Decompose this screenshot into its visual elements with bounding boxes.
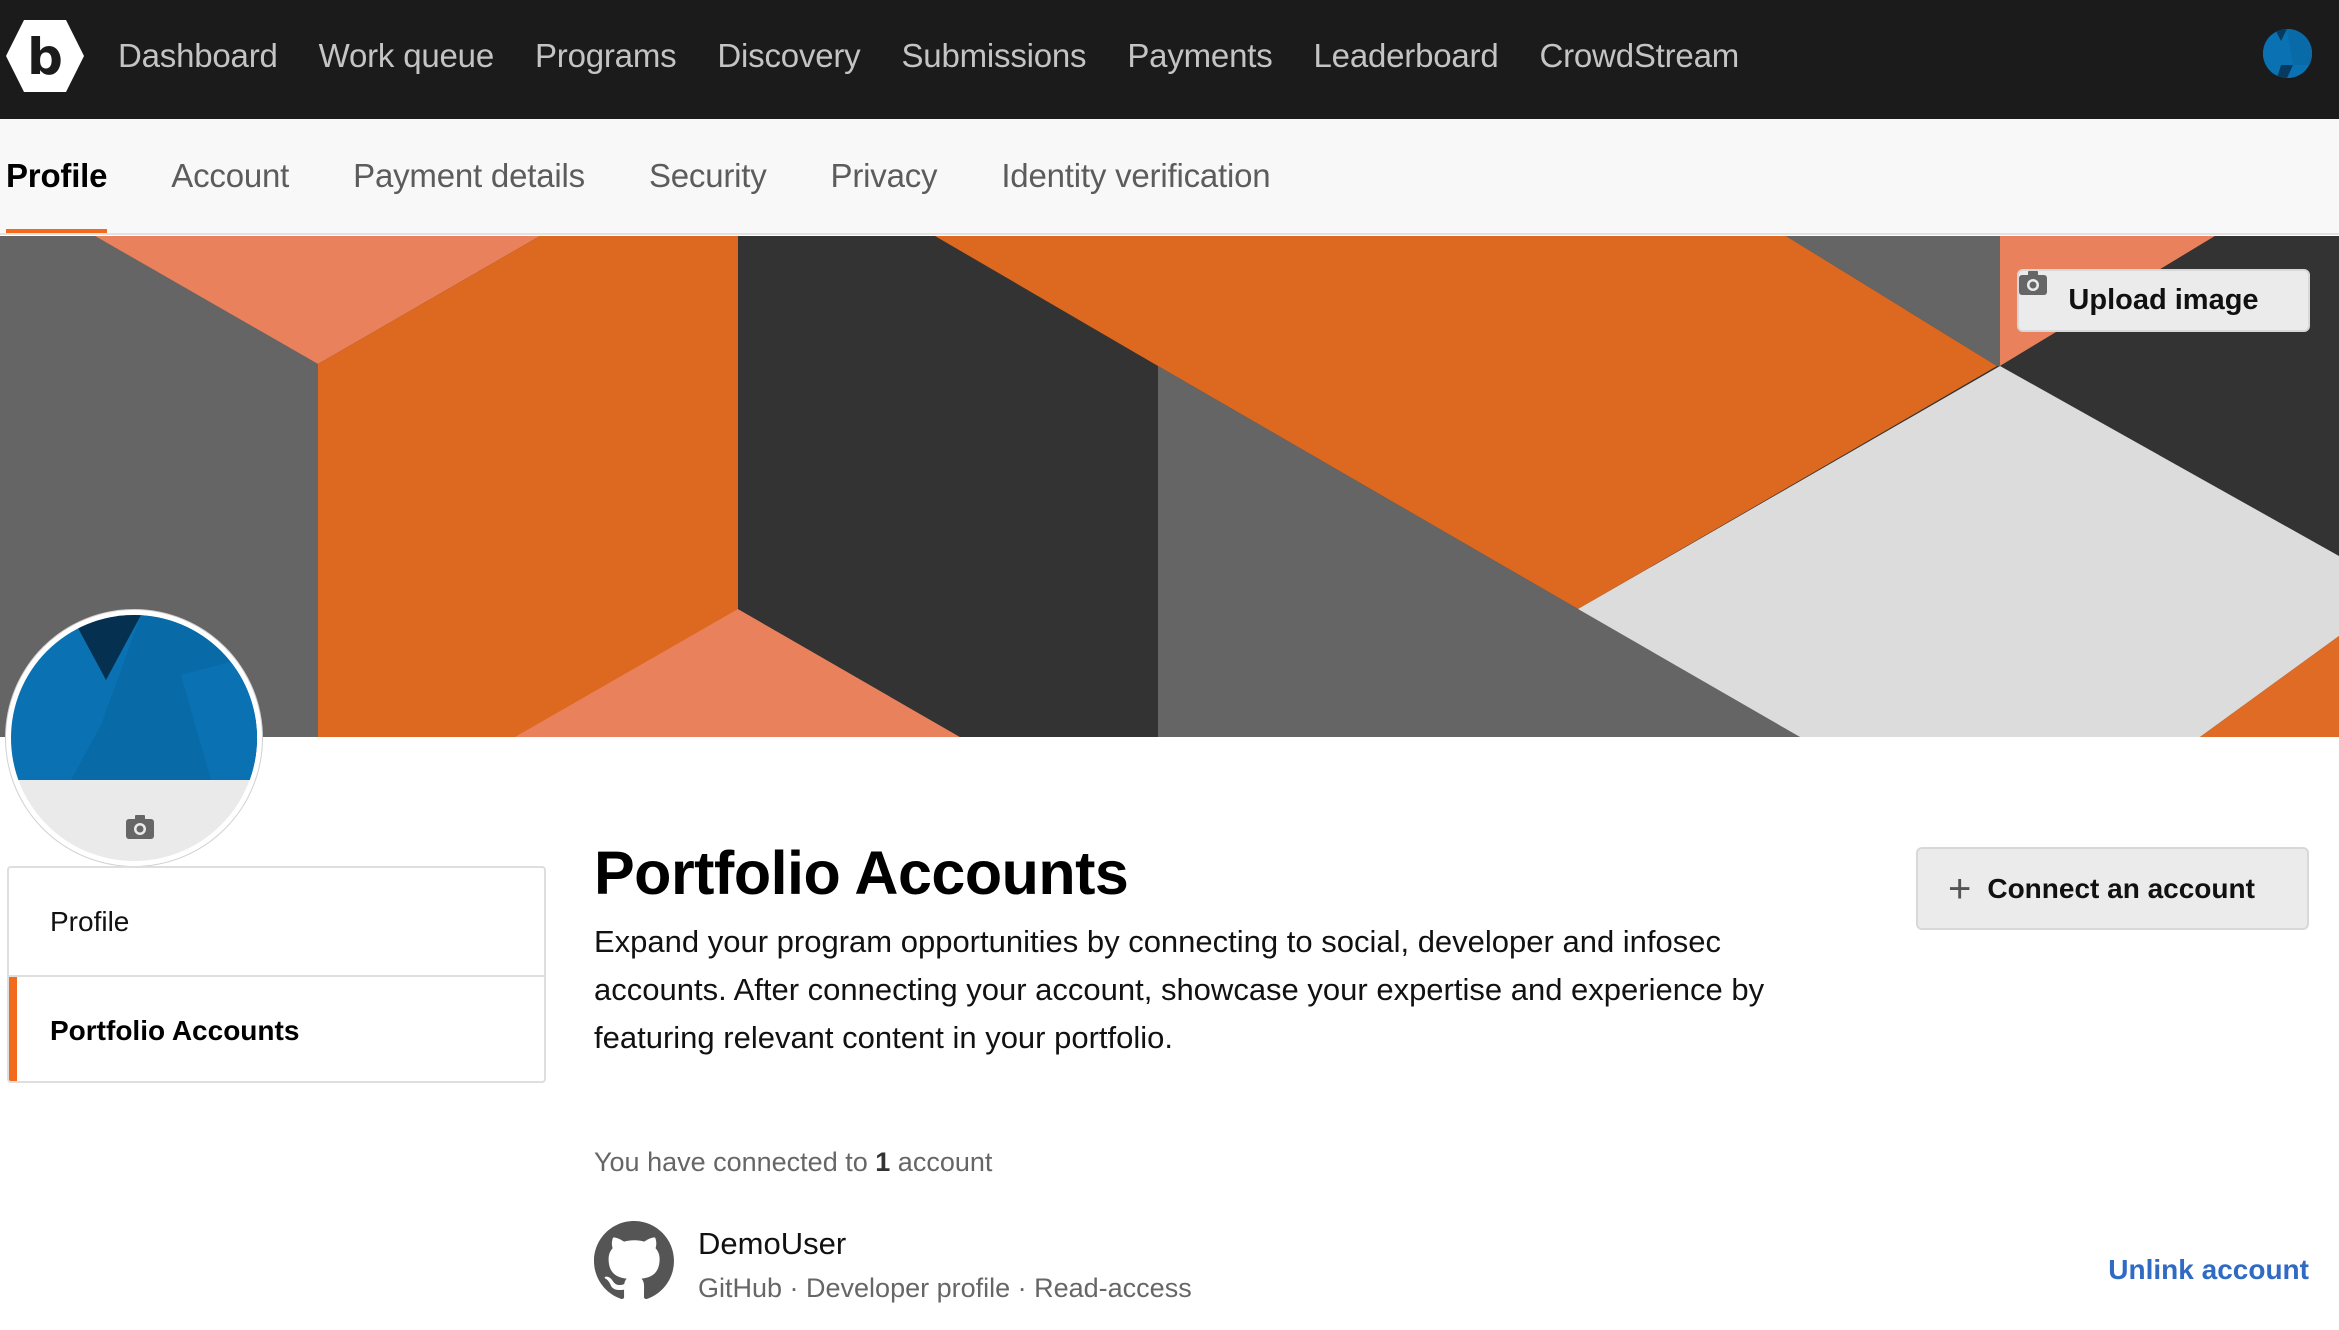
profile-side-menu: Profile Portfolio Accounts — [7, 866, 546, 1083]
connected-count-value: 1 — [875, 1147, 891, 1177]
nav-item-dashboard[interactable]: Dashboard — [118, 37, 278, 75]
profile-banner: Upload image — [0, 236, 2339, 737]
github-icon — [594, 1221, 674, 1300]
nav-item-crowdstream[interactable]: CrowdStream — [1539, 37, 1739, 75]
nav-item-work-queue[interactable]: Work queue — [319, 37, 495, 75]
page-description: Expand your program opportunities by con… — [594, 924, 1765, 1055]
avatar-image — [11, 615, 257, 780]
top-navigation-bar: b Dashboard Work queue Programs Discover… — [0, 0, 2339, 119]
nav-item-programs[interactable]: Programs — [535, 37, 677, 75]
nav-item-payments[interactable]: Payments — [1127, 37, 1272, 75]
connected-count-suffix: account — [897, 1147, 993, 1177]
connect-account-label: Connect an account — [1987, 872, 2255, 904]
svg-text:b: b — [27, 28, 63, 86]
tab-payment-details[interactable]: Payment details — [353, 119, 585, 233]
avatar-pattern-icon — [2263, 29, 2312, 78]
user-avatar-menu[interactable] — [2263, 29, 2312, 78]
profile-avatar[interactable] — [6, 610, 262, 866]
connect-account-button[interactable]: + Connect an account — [1916, 847, 2309, 930]
connected-count: You have connected to 1 account — [594, 1147, 992, 1178]
bugcrowd-logo-icon[interactable]: b — [4, 18, 86, 94]
profile-subnav: Profile Account Payment details Security… — [0, 119, 2339, 235]
tab-privacy[interactable]: Privacy — [831, 119, 938, 233]
main-menu: Dashboard Work queue Programs Discovery … — [118, 0, 1780, 112]
account-username: DemoUser — [698, 1226, 847, 1261]
banner-geometric-pattern — [0, 236, 2339, 737]
tab-profile[interactable]: Profile — [6, 119, 108, 233]
connected-count-prefix: You have connected to — [594, 1147, 868, 1177]
unlink-account-link[interactable]: Unlink account — [2108, 1254, 2309, 1286]
upload-image-label: Upload image — [2068, 284, 2259, 316]
upload-banner-image-button[interactable]: Upload image — [2017, 269, 2310, 332]
account-meta: GitHub · Developer profile · Read-access — [698, 1273, 1192, 1303]
nav-item-leaderboard[interactable]: Leaderboard — [1314, 37, 1499, 75]
page-title: Portfolio Accounts — [594, 839, 1129, 907]
tab-identity-verification[interactable]: Identity verification — [1001, 119, 1270, 233]
side-menu-item-portfolio-accounts[interactable]: Portfolio Accounts — [9, 975, 544, 1081]
change-avatar-camera-icon[interactable] — [126, 815, 154, 839]
nav-item-discovery[interactable]: Discovery — [717, 37, 860, 75]
tab-security[interactable]: Security — [649, 119, 767, 233]
side-menu-item-profile[interactable]: Profile — [9, 868, 544, 975]
camera-icon — [2019, 271, 2047, 295]
tab-account[interactable]: Account — [171, 119, 289, 233]
nav-item-submissions[interactable]: Submissions — [901, 37, 1086, 75]
plus-icon: + — [1948, 866, 1972, 911]
connected-account-row: DemoUser GitHub · Developer profile · Re… — [594, 1218, 2309, 1318]
